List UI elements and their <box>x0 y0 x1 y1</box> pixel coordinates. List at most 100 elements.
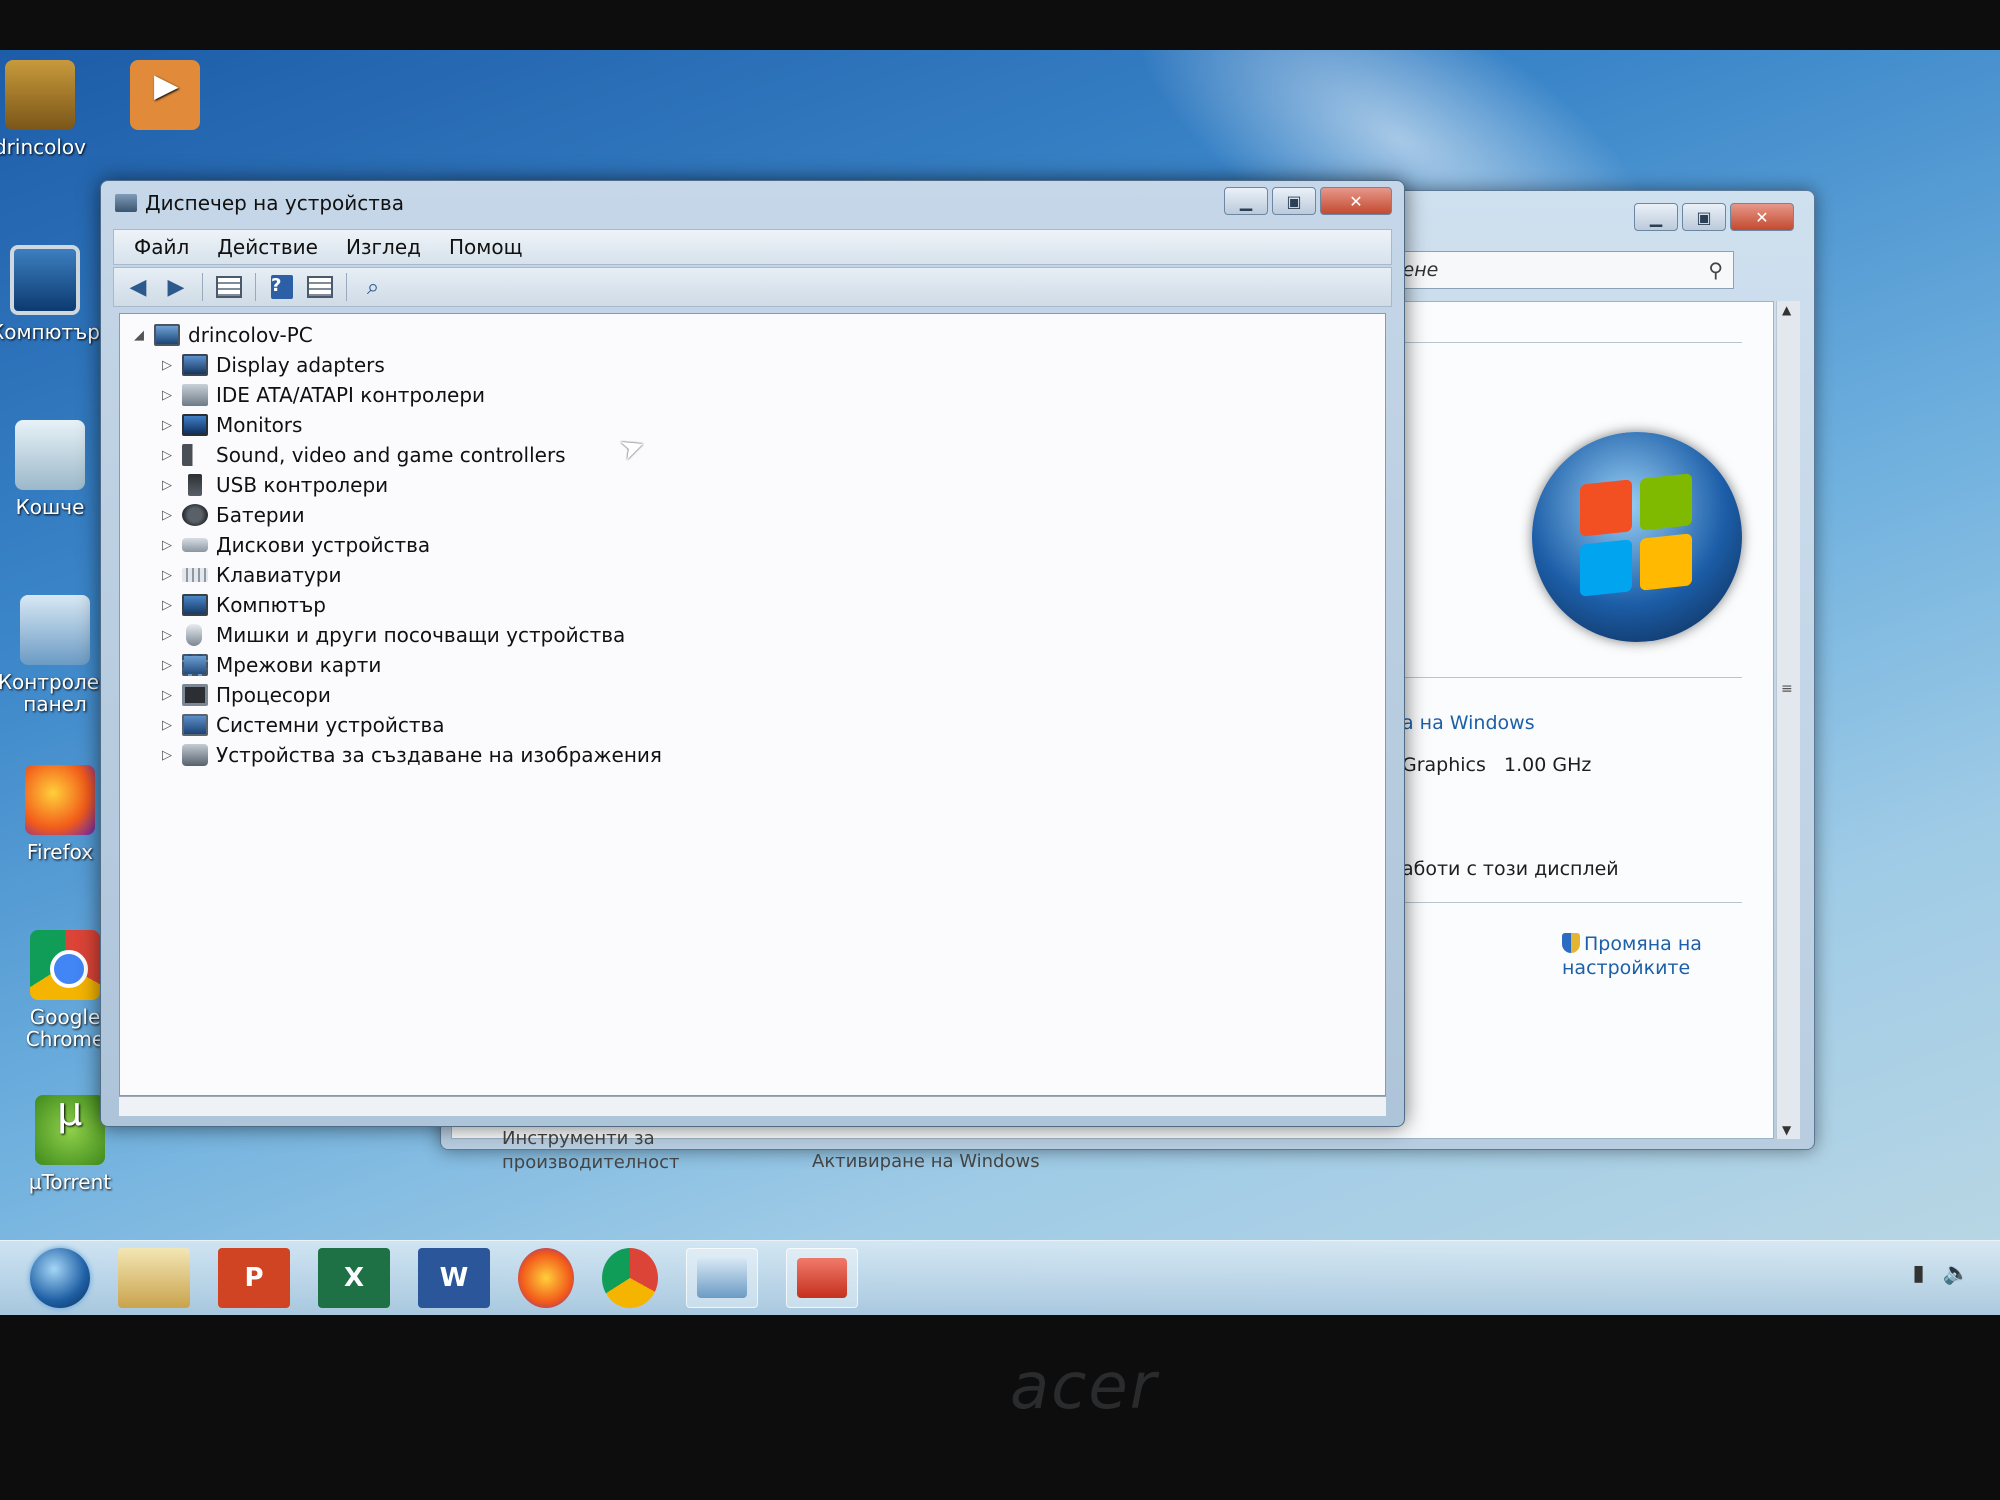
change-settings-link[interactable]: Промяна на настройките <box>1562 932 1732 980</box>
volume-tray-icon[interactable]: 🔈 <box>1943 1261 1970 1286</box>
maximize-button[interactable]: ▣ <box>1682 203 1726 231</box>
tree-item-ide-controllers[interactable]: ▷ IDE ATA/ATAPI контролери <box>134 380 1385 410</box>
title-bar[interactable]: Диспечер на устройства <box>115 191 404 215</box>
device-manager-taskbar-button[interactable] <box>786 1248 858 1308</box>
scroll-grip-icon[interactable]: ≡ <box>1781 681 1793 697</box>
expand-arrow-icon[interactable]: ▷ <box>162 478 182 493</box>
expand-arrow-icon[interactable]: ▷ <box>162 388 182 403</box>
device-tree: ◢ drincolov-PC ▷ Display adapters ▷ IDE … <box>119 313 1386 1096</box>
control-panel-icon <box>697 1258 747 1298</box>
minimize-button[interactable]: ▁ <box>1224 187 1268 215</box>
keyboard-icon <box>182 568 208 582</box>
tree-item-label: Мишки и други посочващи устройства <box>216 623 626 647</box>
desktop-icon-label: Кошче <box>15 495 85 519</box>
toolbar-separator <box>255 273 256 301</box>
scroll-down-icon[interactable]: ▼ <box>1782 1123 1791 1137</box>
system-window-caption-buttons: ▁ ▣ ✕ <box>1634 203 1794 231</box>
desktop-icon-control-panel[interactable]: Контролен панел <box>0 595 115 715</box>
firefox-taskbar-icon[interactable] <box>518 1248 574 1308</box>
tree-item-processors[interactable]: ▷ Процесори <box>134 680 1385 710</box>
expand-arrow-icon[interactable]: ▷ <box>162 538 182 553</box>
tree-item-usb[interactable]: ▷ USB контролери <box>134 470 1385 500</box>
tree-root[interactable]: ◢ drincolov-PC <box>134 320 1385 350</box>
tree-item-label: Устройства за създаване на изображения <box>216 743 662 767</box>
performance-tools-link[interactable]: Инструменти за производителност <box>502 1127 702 1175</box>
explorer-taskbar-icon[interactable] <box>118 1248 190 1308</box>
display-adapter-icon <box>182 354 208 376</box>
expand-arrow-icon[interactable]: ▷ <box>162 598 182 613</box>
tree-root-label: drincolov-PC <box>188 323 313 347</box>
menu-file[interactable]: Файл <box>122 231 201 263</box>
scan-hardware-icon[interactable]: ⌕ <box>357 272 389 302</box>
close-button[interactable]: ✕ <box>1320 187 1392 215</box>
usb-icon <box>188 474 202 496</box>
tree-item-mice[interactable]: ▷ Мишки и други посочващи устройства <box>134 620 1385 650</box>
start-button[interactable] <box>30 1248 90 1308</box>
device-manager-window[interactable]: Диспечер на устройства ▁ ▣ ✕ Файл Действ… <box>100 180 1405 1127</box>
expand-arrow-icon[interactable]: ▷ <box>162 688 182 703</box>
menu-bar: Файл Действие Изглед Помощ <box>113 229 1392 265</box>
tree-item-label: Процесори <box>216 683 331 707</box>
tree-item-label: Батерии <box>216 503 305 527</box>
tree-item-disk-drives[interactable]: ▷ Дискови устройства <box>134 530 1385 560</box>
menu-action[interactable]: Действие <box>205 231 330 263</box>
menu-help[interactable]: Помощ <box>437 231 534 263</box>
view-icon[interactable] <box>304 272 336 302</box>
desktop-icon-label: Firefox <box>26 840 94 864</box>
tree-item-computer[interactable]: ▷ Компютър <box>134 590 1385 620</box>
excel-taskbar-icon[interactable]: X <box>318 1248 390 1308</box>
windows-link[interactable]: а на Windows <box>1402 712 1535 734</box>
tree-item-label: Мрежови карти <box>216 653 382 677</box>
scroll-up-icon[interactable]: ▲ <box>1782 303 1791 317</box>
expand-arrow-icon[interactable]: ▷ <box>162 748 182 763</box>
expand-arrow-icon[interactable]: ▷ <box>162 658 182 673</box>
tree-item-batteries[interactable]: ▷ Батерии <box>134 500 1385 530</box>
expand-arrow-icon[interactable]: ▷ <box>162 628 182 643</box>
tree-item-label: Sound, video and game controllers <box>216 443 566 467</box>
desktop-icon-recycle-bin[interactable]: Кошче <box>0 420 110 518</box>
chrome-taskbar-icon[interactable] <box>602 1248 658 1308</box>
taskbar: P X W ▮ 🔈 <box>0 1240 2000 1315</box>
close-button[interactable]: ✕ <box>1730 203 1794 231</box>
desktop-icon-computer[interactable]: Компютър <box>0 245 105 343</box>
windows-logo-icon <box>1532 432 1742 642</box>
help-icon[interactable]: ? <box>266 272 298 302</box>
expand-arrow-icon[interactable]: ▷ <box>162 568 182 583</box>
expand-arrow-icon[interactable]: ▷ <box>162 508 182 523</box>
tree-item-system-devices[interactable]: ▷ Системни устройства <box>134 710 1385 740</box>
expand-arrow-icon[interactable]: ▷ <box>162 358 182 373</box>
tree-item-keyboards[interactable]: ▷ Клавиатури <box>134 560 1385 590</box>
expand-arrow-icon[interactable]: ▷ <box>162 418 182 433</box>
tree-item-label: Display adapters <box>216 353 385 377</box>
forward-icon[interactable]: ▶ <box>160 272 192 302</box>
shield-icon <box>1562 933 1580 953</box>
expand-arrow-icon[interactable]: ▷ <box>162 448 182 463</box>
control-panel-taskbar-button[interactable] <box>686 1248 758 1308</box>
desktop-icon-media[interactable] <box>105 60 225 136</box>
search-icon[interactable]: ⚲ <box>1708 258 1723 282</box>
properties-icon[interactable] <box>213 272 245 302</box>
system-scrollbar[interactable]: ▲ ≡ ▼ <box>1776 301 1800 1139</box>
tree-item-sound[interactable]: ▷ Sound, video and game controllers <box>134 440 1385 470</box>
tree-item-monitors[interactable]: ▷ Monitors <box>134 410 1385 440</box>
desktop-icon-label: Компютър <box>0 320 100 344</box>
tree-item-imaging-devices[interactable]: ▷ Устройства за създаване на изображения <box>134 740 1385 770</box>
display-info: аботи с този дисплей <box>1402 858 1619 880</box>
word-taskbar-icon[interactable]: W <box>418 1248 490 1308</box>
utorrent-icon <box>35 1095 105 1165</box>
tree-item-network-adapters[interactable]: ▷ Мрежови карти <box>134 650 1385 680</box>
collapse-arrow-icon[interactable]: ◢ <box>134 328 154 343</box>
expand-arrow-icon[interactable]: ▷ <box>162 718 182 733</box>
network-adapter-icon <box>182 654 208 676</box>
maximize-button[interactable]: ▣ <box>1272 187 1316 215</box>
desktop-icon-user[interactable]: drincolov <box>0 60 100 158</box>
back-icon[interactable]: ◀ <box>122 272 154 302</box>
menu-view[interactable]: Изглед <box>334 231 433 263</box>
powerpoint-taskbar-icon[interactable]: P <box>218 1248 290 1308</box>
tree-item-display-adapters[interactable]: ▷ Display adapters <box>134 350 1385 380</box>
tree-item-label: USB контролери <box>216 473 389 497</box>
minimize-button[interactable]: ▁ <box>1634 203 1678 231</box>
status-bar <box>119 1096 1386 1116</box>
battery-tray-icon[interactable]: ▮ <box>1912 1261 1924 1286</box>
activate-windows-link[interactable]: Активиране на Windows <box>812 1150 1040 1174</box>
